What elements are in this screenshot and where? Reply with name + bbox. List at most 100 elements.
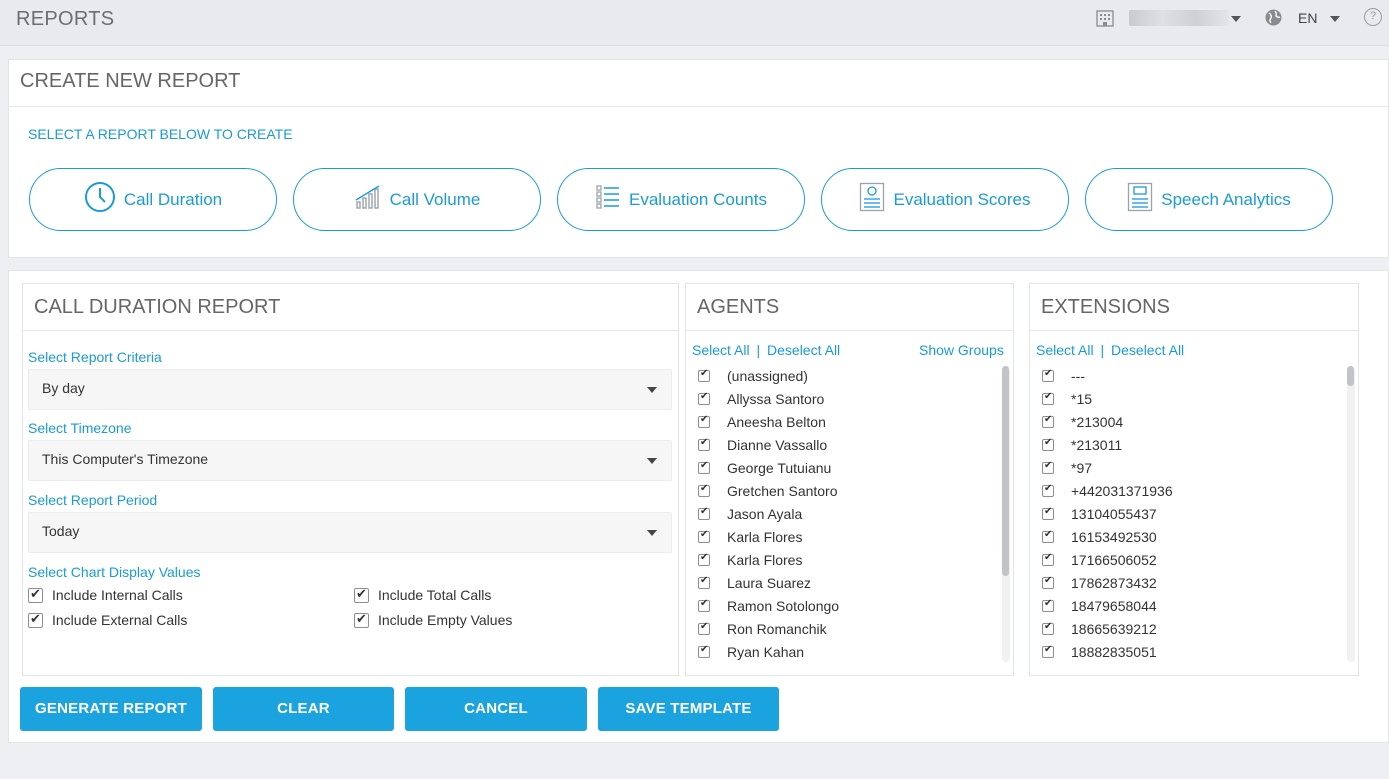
organization-selector[interactable] [1129, 10, 1229, 26]
call-volume-label: Call Volume [389, 189, 481, 209]
agents-deselect-all-link[interactable]: Deselect All [767, 342, 840, 358]
checkbox[interactable] [1042, 437, 1054, 451]
list-item[interactable]: Allyssa Santoro [698, 387, 839, 410]
include-internal-calls-option[interactable]: Include Internal Calls [28, 586, 183, 603]
checkbox[interactable] [1042, 621, 1054, 635]
list-item[interactable]: Ron Romanchik [698, 617, 839, 640]
checkbox[interactable] [1042, 460, 1054, 474]
list-item[interactable]: 17862873432 [1042, 571, 1173, 594]
checkbox[interactable] [698, 598, 710, 612]
scrollbar-thumb[interactable] [1347, 366, 1354, 386]
list-item[interactable]: Jason Ayala [698, 502, 839, 525]
list-item[interactable]: 17166506052 [1042, 548, 1173, 571]
extensions-deselect-all-link[interactable]: Deselect All [1111, 342, 1184, 358]
list-item[interactable]: Ryan Kahan [698, 640, 839, 663]
list-item[interactable]: *213011 [1042, 433, 1173, 456]
timezone-select[interactable]: This Computer's Timezone [28, 440, 672, 481]
checkbox[interactable] [698, 368, 710, 382]
language-selector[interactable]: EN [1298, 10, 1317, 26]
help-icon[interactable]: ? [1364, 8, 1382, 26]
list-item-label: Aneesha Belton [727, 413, 826, 430]
chevron-down-icon[interactable] [1330, 16, 1340, 22]
agents-select-all-link[interactable]: Select All [692, 342, 750, 358]
list-item[interactable]: --- [1042, 364, 1173, 387]
checkbox[interactable] [698, 575, 710, 589]
cancel-button[interactable]: CANCEL [405, 687, 587, 731]
checkbox[interactable] [1042, 529, 1054, 543]
agents-scrollbar[interactable] [1002, 366, 1010, 662]
checkbox[interactable] [1042, 506, 1054, 520]
list-icon [595, 184, 621, 215]
checkbox[interactable] [698, 483, 710, 497]
evaluation-counts-button[interactable]: Evaluation Counts [557, 168, 805, 231]
checkbox[interactable] [698, 437, 710, 451]
checkbox[interactable] [1042, 598, 1054, 612]
list-item-label: 13104055437 [1071, 505, 1157, 522]
clear-button[interactable]: CLEAR [213, 687, 394, 731]
list-item[interactable]: 18665639212 [1042, 617, 1173, 640]
list-item[interactable]: 16153492530 [1042, 525, 1173, 548]
list-item[interactable]: Gretchen Santoro [698, 479, 839, 502]
scrollbar-thumb[interactable] [1002, 366, 1009, 576]
list-item[interactable]: Karla Flores [698, 548, 839, 571]
list-item[interactable]: Aneesha Belton [698, 410, 839, 433]
show-groups-link[interactable]: Show Groups [919, 342, 1004, 358]
list-item[interactable]: *97 [1042, 456, 1173, 479]
list-item-label: Karla Flores [727, 551, 803, 568]
checkbox[interactable] [698, 414, 710, 428]
speech-analytics-button[interactable]: Speech Analytics [1085, 168, 1333, 231]
extensions-bulk-actions: Select All | Deselect All [1036, 342, 1184, 358]
checkbox[interactable] [1042, 575, 1054, 589]
checkbox[interactable] [28, 586, 43, 603]
list-item[interactable]: *213004 [1042, 410, 1173, 433]
checkbox[interactable] [1042, 552, 1054, 566]
list-item-label: Allyssa Santoro [727, 390, 825, 407]
include-external-calls-option[interactable]: Include External Calls [28, 611, 187, 628]
extensions-scrollbar[interactable] [1347, 366, 1355, 662]
list-item[interactable]: 18882835051 [1042, 640, 1173, 663]
list-item[interactable]: Dianne Vassallo [698, 433, 839, 456]
checkbox[interactable] [698, 552, 710, 566]
include-empty-values-option[interactable]: Include Empty Values [354, 611, 512, 628]
report-period-label: Select Report Period [28, 492, 158, 508]
chevron-down-icon[interactable] [1231, 16, 1241, 22]
checkbox[interactable] [698, 391, 710, 405]
score-sheet-icon [859, 182, 885, 217]
list-item[interactable]: +442031371936 [1042, 479, 1173, 502]
report-criteria-select[interactable]: By day [28, 369, 672, 410]
list-item[interactable]: Laura Suarez [698, 571, 839, 594]
list-item[interactable]: 18479658044 [1042, 594, 1173, 617]
checkbox[interactable] [1042, 483, 1054, 497]
checkbox[interactable] [698, 529, 710, 543]
checkbox[interactable] [1042, 368, 1054, 382]
checkbox[interactable] [698, 506, 710, 520]
list-item[interactable]: Karla Flores [698, 525, 839, 548]
checkbox[interactable] [1042, 391, 1054, 405]
checkbox[interactable] [698, 460, 710, 474]
checkbox[interactable] [698, 644, 710, 658]
report-settings-card: CALL DURATION REPORT Select Report Crite… [22, 283, 679, 676]
call-duration-button[interactable]: Call Duration [29, 168, 277, 231]
generate-report-button[interactable]: GENERATE REPORT [20, 687, 202, 731]
report-period-select[interactable]: Today [28, 512, 672, 553]
call-volume-button[interactable]: Call Volume [293, 168, 541, 231]
extensions-select-all-link[interactable]: Select All [1036, 342, 1094, 358]
list-item[interactable]: 13104055437 [1042, 502, 1173, 525]
checkbox[interactable] [354, 611, 369, 628]
list-item-label: Ryan Kahan [727, 643, 805, 660]
evaluation-scores-button[interactable]: Evaluation Scores [821, 168, 1069, 231]
checkbox[interactable] [1042, 414, 1054, 428]
checkbox[interactable] [698, 621, 710, 635]
list-item-label: Laura Suarez [727, 574, 812, 591]
bar-chart-icon [354, 184, 382, 215]
list-item[interactable]: (unassigned) [698, 364, 839, 387]
list-item[interactable]: George Tutuianu [698, 456, 839, 479]
list-item[interactable]: *15 [1042, 387, 1173, 410]
list-item[interactable]: Ramon Sotolongo [698, 594, 839, 617]
save-template-button[interactable]: SAVE TEMPLATE [598, 687, 779, 731]
checkbox[interactable] [1042, 644, 1054, 658]
checkbox[interactable] [28, 611, 43, 628]
checkbox[interactable] [354, 586, 369, 603]
list-item-label: +442031371936 [1071, 482, 1173, 499]
include-total-calls-option[interactable]: Include Total Calls [354, 586, 491, 603]
